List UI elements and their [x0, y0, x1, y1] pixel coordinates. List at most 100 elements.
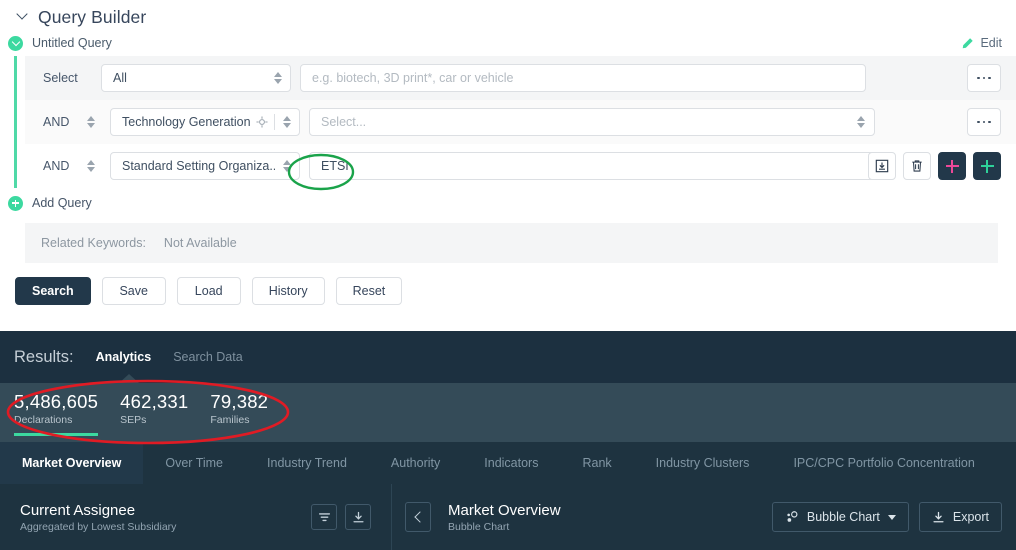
download-icon — [352, 511, 364, 522]
query-rows: Select All e.g. biotech, 3D print*, car … — [25, 56, 1016, 188]
save-button[interactable]: Save — [101, 277, 166, 305]
tab-rank[interactable]: Rank — [560, 442, 633, 484]
query-action-bar: Search Save Load History Reset — [0, 263, 1016, 305]
results-bar: Results: Analytics Search Data — [0, 331, 1016, 383]
tab-over-time[interactable]: Over Time — [143, 442, 245, 484]
query-name-row: Untitled Query Edit — [0, 30, 1016, 56]
export-button[interactable]: Export — [918, 502, 1002, 532]
export-label: Export — [952, 510, 989, 524]
stat-seps[interactable]: 462,331 SEPs — [120, 383, 188, 426]
chevron-updown-icon — [281, 116, 292, 128]
value-select[interactable]: Select... — [309, 108, 875, 136]
tab-industry-trend[interactable]: Industry Trend — [245, 442, 369, 484]
add-row-button[interactable] — [973, 152, 1001, 180]
stat-declarations[interactable]: 5,486,605 Declarations — [14, 383, 99, 436]
chevron-down-icon[interactable] — [18, 10, 29, 21]
search-input-placeholder: e.g. biotech, 3D print*, car or vehicle — [312, 71, 514, 85]
chart-title: Market Overview — [448, 501, 561, 519]
chart-type-label: Bubble Chart — [806, 510, 880, 524]
plus-circle-icon — [8, 195, 23, 211]
stats-bar: 5,486,605 Declarations 462,331 SEPs 79,3… — [0, 374, 1016, 442]
collapse-query-icon[interactable] — [8, 35, 23, 51]
field-select[interactable]: Technology Generation — [110, 108, 300, 136]
stat-caption: SEPs — [120, 414, 147, 426]
load-button[interactable]: Load — [176, 277, 241, 305]
row-operator-label: AND — [43, 159, 70, 173]
chevron-updown-icon — [855, 116, 866, 128]
back-button[interactable] — [405, 502, 431, 532]
query-builder-page: Query Builder Untitled Query Edit Select… — [0, 0, 1016, 550]
trash-icon — [912, 160, 922, 172]
save-query-button[interactable] — [868, 152, 896, 180]
tab-authority[interactable]: Authority — [369, 442, 462, 484]
field-select-value: Technology Generation — [122, 115, 250, 129]
row-actions — [868, 152, 1001, 180]
table-row: AND Standard Setting Organiza... ETSI — [25, 144, 1016, 188]
plus-icon-pink — [945, 159, 959, 173]
query-builder-header: Query Builder — [0, 0, 1016, 30]
analysis-tabs: Market Overview Over Time Industry Trend… — [0, 442, 1016, 484]
stat-families[interactable]: 79,382 Families — [210, 383, 268, 426]
query-name-label: Untitled Query — [32, 36, 112, 50]
table-row: Select All e.g. biotech, 3D print*, car … — [25, 56, 1016, 100]
field-select[interactable]: All — [101, 64, 291, 92]
row-menu-button[interactable] — [967, 64, 1001, 92]
search-input[interactable]: e.g. biotech, 3D print*, car or vehicle — [300, 64, 866, 92]
add-query-button[interactable]: Add Query — [0, 188, 1016, 218]
field-select-value: Standard Setting Organiza... — [122, 159, 275, 173]
chevron-updown-icon — [281, 160, 292, 172]
value-input[interactable]: ETSI — [309, 152, 875, 180]
row-menu-button[interactable] — [967, 108, 1001, 136]
tab-indicators[interactable]: Indicators — [462, 442, 560, 484]
query-rows-wrap: Select All e.g. biotech, 3D print*, car … — [0, 56, 1016, 188]
chart-subtitle: Bubble Chart — [448, 520, 510, 533]
tab-citations[interactable]: Citatio — [997, 442, 1016, 484]
results-label: Results: — [14, 347, 74, 366]
value-input-text: ETSI — [321, 159, 349, 173]
table-row: AND Technology Generation Select... — [25, 100, 1016, 144]
edit-query-button[interactable]: Edit — [961, 36, 1002, 50]
tab-analytics[interactable]: Analytics — [96, 350, 152, 364]
related-keywords-value: Not Available — [163, 236, 237, 250]
filter-button[interactable] — [311, 504, 337, 530]
download-button[interactable] — [345, 504, 371, 530]
query-group-rail — [14, 56, 17, 188]
panel-bar: Current Assignee Aggregated by Lowest Su… — [0, 484, 1016, 550]
related-keywords-label: Related Keywords: — [41, 236, 146, 250]
chart-controls: Bubble Chart Export — [771, 502, 1002, 532]
tab-search-data[interactable]: Search Data — [173, 350, 242, 364]
plus-icon-green — [980, 159, 994, 173]
value-select-placeholder: Select... — [321, 115, 367, 129]
pencil-icon — [963, 37, 974, 48]
field-select[interactable]: Standard Setting Organiza... — [110, 152, 300, 180]
target-icon[interactable] — [256, 116, 268, 128]
assignee-panel-header: Current Assignee Aggregated by Lowest Su… — [0, 484, 392, 550]
tab-industry-clusters[interactable]: Industry Clusters — [634, 442, 772, 484]
add-group-button[interactable] — [938, 152, 966, 180]
history-button[interactable]: History — [251, 277, 325, 305]
page-title: Query Builder — [38, 6, 147, 27]
stat-value: 79,382 — [210, 391, 269, 412]
reset-button[interactable]: Reset — [335, 277, 403, 305]
panel-tools — [311, 504, 371, 530]
bubble-chart-icon — [787, 511, 798, 522]
edit-label: Edit — [980, 36, 1002, 50]
chart-type-selector[interactable]: Bubble Chart — [771, 502, 909, 532]
chevron-updown-icon — [272, 72, 283, 84]
search-button[interactable]: Search — [15, 277, 91, 305]
related-keywords: Related Keywords: Not Available — [25, 223, 998, 263]
stat-value: 462,331 — [120, 391, 189, 412]
operator-spinner-icon[interactable] — [85, 160, 96, 172]
add-query-label: Add Query — [32, 196, 92, 210]
chart-panel-header: Market Overview Bubble Chart Bubble Char… — [392, 484, 1016, 550]
delete-row-button[interactable] — [903, 152, 931, 180]
save-box-icon — [875, 159, 889, 173]
operator-spinner-icon[interactable] — [85, 116, 96, 128]
tab-ipc-cpc-portfolio-concentration[interactable]: IPC/CPC Portfolio Concentration — [771, 442, 996, 484]
row-operator-label: AND — [43, 115, 70, 129]
download-icon — [933, 511, 944, 522]
row-operator-label: Select — [43, 71, 78, 85]
chevron-down-icon — [887, 514, 896, 520]
tab-market-overview[interactable]: Market Overview — [0, 442, 144, 484]
stat-value: 5,486,605 — [14, 391, 99, 412]
